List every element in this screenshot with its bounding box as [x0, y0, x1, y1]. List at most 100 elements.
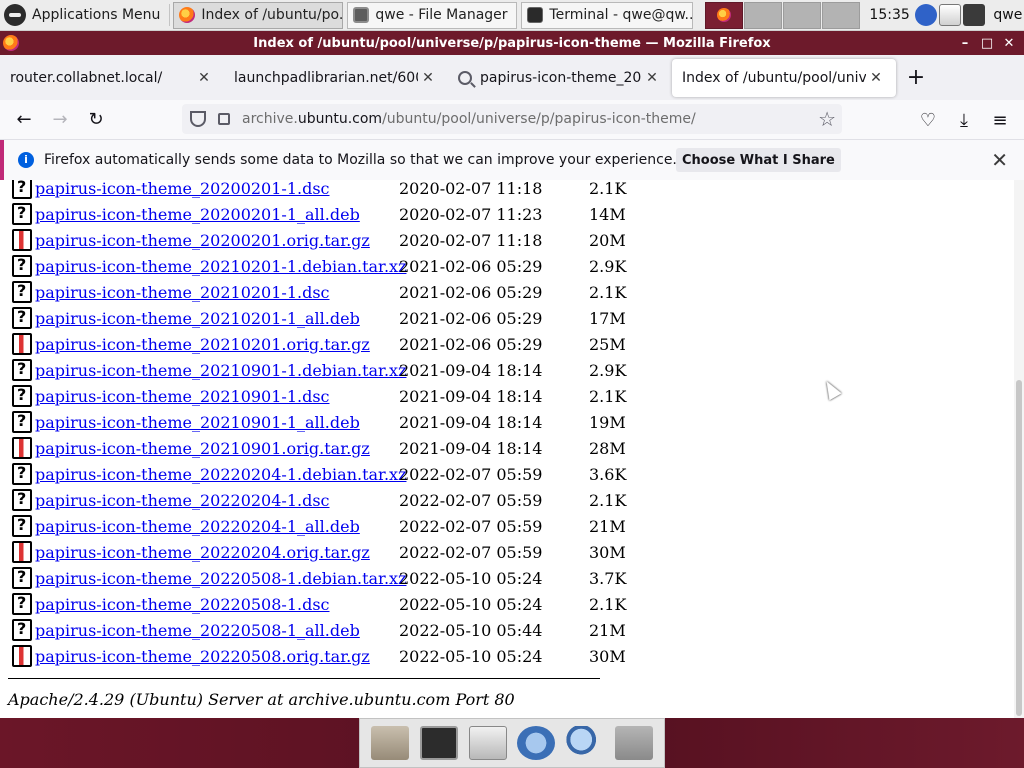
workspace-1[interactable] [705, 1, 744, 29]
compressed-file-icon [12, 333, 32, 355]
workspace-4[interactable] [822, 1, 861, 29]
user-menu[interactable]: qwe [993, 7, 1022, 23]
network-icon[interactable] [939, 4, 962, 26]
file-date: 2021-02-06 05:29 [399, 334, 543, 354]
clock[interactable]: 15:35 [869, 7, 913, 23]
file-date: 2021-09-04 18:14 [399, 438, 543, 458]
tab-index-ubuntu[interactable]: Index of /ubuntu/pool/univer ✕ [672, 58, 896, 97]
file-link[interactable]: papirus-icon-theme_20220508-1_all.deb [35, 621, 399, 640]
file-link[interactable]: papirus-icon-theme_20200201-1_all.deb [35, 205, 399, 224]
file-date: 2022-02-07 05:59 [399, 542, 543, 562]
notification-text: Firefox automatically sends some data to… [44, 152, 677, 168]
file-manager-icon [353, 7, 370, 23]
bookmark-star-icon[interactable]: ☆ [818, 107, 836, 131]
tab-launchpad[interactable]: launchpadlibrarian.net/6003 ✕ [224, 58, 448, 98]
file-size: 30M [589, 646, 626, 666]
tab-router[interactable]: router.collabnet.local/ ✕ [0, 58, 224, 98]
file-date: 2021-09-04 18:14 [399, 386, 543, 406]
file-link[interactable]: papirus-icon-theme_20220508.orig.tar.gz [35, 647, 399, 666]
tracking-protection-icon[interactable] [190, 111, 206, 127]
file-size: 3.6K [589, 464, 627, 484]
taskbar-item-firefox[interactable]: Index of /ubuntu/po... [173, 1, 344, 29]
home-folder-icon[interactable] [371, 726, 410, 760]
file-cabinet-icon[interactable] [468, 726, 507, 760]
file-link[interactable]: papirus-icon-theme_20210901.orig.tar.gz [35, 439, 399, 458]
listing-row: papirus-icon-theme_20210201.orig.tar.gz 2… [0, 331, 649, 357]
file-size: 2.9K [589, 256, 627, 276]
file-link[interactable]: papirus-icon-theme_20220508-1.debian.tar… [35, 569, 406, 588]
page-scrollbar[interactable] [1014, 180, 1024, 718]
menu-hamburger-icon[interactable]: ≡ [984, 104, 1016, 136]
taskbar-item-file-manager[interactable]: qwe - File Manager [347, 1, 518, 29]
file-link[interactable]: papirus-icon-theme_20220204-1.dsc [35, 491, 399, 510]
file-link[interactable]: papirus-icon-theme_20210901-1.debian.tar… [35, 361, 406, 380]
tab-label: router.collabnet.local/ [10, 69, 163, 86]
tab-strip: router.collabnet.local/ ✕ launchpadlibra… [0, 55, 1024, 100]
file-date: 2020-02-07 11:23 [399, 204, 543, 224]
file-link[interactable]: papirus-icon-theme_20210901-1.dsc [35, 387, 399, 406]
notification-close-icon[interactable]: ✕ [991, 148, 1008, 172]
bluetooth-icon[interactable] [915, 4, 938, 26]
file-link[interactable]: papirus-icon-theme_20200201-1.dsc [35, 180, 399, 198]
file-link[interactable]: papirus-icon-theme_20220204-1_all.deb [35, 517, 399, 536]
tab-close-icon[interactable]: ✕ [866, 70, 886, 86]
file-link[interactable]: papirus-icon-theme_20210901-1_all.deb [35, 413, 399, 432]
workspace-2[interactable] [744, 1, 783, 29]
minimize-icon[interactable]: – [954, 31, 976, 55]
file-link[interactable]: papirus-icon-theme_20220204.orig.tar.gz [35, 543, 399, 562]
workspace-3[interactable] [783, 1, 822, 29]
reload-button[interactable]: ↻ [78, 104, 114, 136]
web-browser-icon[interactable] [517, 726, 556, 760]
file-date: 2021-09-04 18:14 [399, 412, 543, 432]
file-size: 2.9K [589, 360, 627, 380]
tab-close-icon[interactable]: ✕ [418, 70, 438, 86]
url-bar[interactable]: archive.ubuntu.com/ubuntu/pool/universe/… [182, 104, 842, 134]
unknown-file-icon [12, 489, 32, 511]
lock-icon[interactable] [218, 113, 230, 125]
folder-icon[interactable] [614, 726, 653, 760]
tab-close-icon[interactable]: ✕ [642, 70, 662, 86]
file-date: 2022-05-10 05:24 [399, 568, 543, 588]
close-icon[interactable]: ✕ [998, 31, 1020, 55]
file-link[interactable]: papirus-icon-theme_20210201.orig.tar.gz [35, 335, 399, 354]
tab-papirus-search[interactable]: papirus-icon-theme_2021 ✕ [448, 58, 672, 98]
panel-separator [169, 4, 171, 26]
maximize-icon[interactable]: □ [976, 31, 998, 55]
file-link[interactable]: papirus-icon-theme_20210201-1.debian.tar… [35, 257, 406, 276]
unknown-file-icon [12, 385, 32, 407]
url-text[interactable]: archive.ubuntu.com/ubuntu/pool/universe/… [242, 111, 696, 127]
file-link[interactable]: papirus-icon-theme_20220204-1.debian.tar… [35, 465, 406, 484]
file-link[interactable]: papirus-icon-theme_20210201-1_all.deb [35, 309, 399, 328]
top-panel: Applications Menu Index of /ubuntu/po...… [0, 0, 1024, 31]
file-size: 2.1K [589, 386, 627, 406]
terminal-icon [527, 7, 544, 23]
search-icon[interactable] [565, 726, 604, 760]
divider [8, 678, 600, 679]
forward-button[interactable]: → [42, 104, 78, 136]
choose-what-i-share-button[interactable]: Choose What I Share [676, 148, 841, 172]
new-tab-button[interactable]: + [896, 65, 936, 90]
server-address: Apache/2.4.29 (Ubuntu) Server at archive… [8, 690, 515, 709]
tab-label: papirus-icon-theme_2021 [480, 69, 642, 86]
pocket-icon[interactable]: ♡ [912, 104, 944, 136]
file-size: 3.7K [589, 568, 627, 588]
applications-menu-button[interactable]: Applications Menu [0, 0, 166, 31]
listing-row: papirus-icon-theme_20220204-1_all.deb202… [0, 513, 649, 539]
tab-close-icon[interactable]: ✕ [194, 70, 214, 86]
compressed-file-icon [12, 541, 32, 563]
downloads-icon[interactable]: ⤓ [948, 104, 980, 136]
terminal-launcher-icon[interactable] [419, 726, 458, 760]
page-content: papirus-icon-theme_20200201-1.dsc2020-02… [0, 180, 1014, 718]
file-size: 21M [589, 516, 626, 536]
file-link[interactable]: papirus-icon-theme_20210201-1.dsc [35, 283, 399, 302]
file-link[interactable]: papirus-icon-theme_20220508-1.dsc [35, 595, 399, 614]
file-date: 2022-05-10 05:24 [399, 594, 543, 614]
scrollbar-thumb[interactable] [1016, 380, 1022, 716]
display-icon[interactable] [963, 4, 986, 26]
taskbar-item-terminal[interactable]: Terminal - qwe@qw... [521, 1, 694, 29]
file-link[interactable]: papirus-icon-theme_20200201.orig.tar.gz [35, 231, 399, 250]
back-button[interactable]: ← [6, 104, 42, 136]
listing-row: papirus-icon-theme_20210201-1_all.deb202… [0, 305, 649, 331]
listing-row: papirus-icon-theme_20220508-1_all.deb202… [0, 617, 649, 643]
applications-menu-label: Applications Menu [32, 7, 161, 23]
